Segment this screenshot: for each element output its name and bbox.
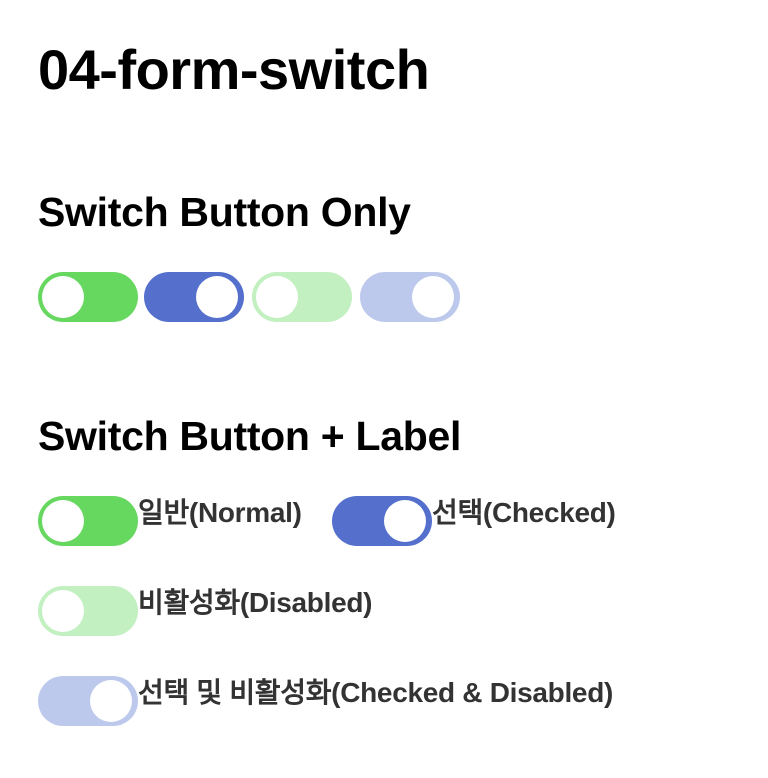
switch-checked[interactable] <box>332 496 432 546</box>
switch-normal-off[interactable] <box>38 272 138 322</box>
page-title: 04-form-switch <box>38 38 430 101</box>
switch-label-disabled: 비활성화(Disabled) <box>138 587 373 618</box>
switch-disabled-on <box>360 272 460 322</box>
switch-label-checked[interactable]: 선택(Checked) <box>432 496 616 530</box>
switch-knob <box>384 500 426 542</box>
switch-label-normal[interactable]: 일반(Normal) <box>138 496 302 530</box>
switch-checked-on[interactable] <box>144 272 244 322</box>
switch-checked-disabled <box>38 676 138 726</box>
section-title-switch-label: Switch Button + Label <box>38 413 462 459</box>
switch-knob <box>42 500 84 542</box>
switch-label-checked-disabled: 선택 및 비활성화(Checked & Disabled) <box>138 677 614 708</box>
switch-knob <box>42 276 84 318</box>
switch-knob <box>42 590 84 632</box>
switch-knob <box>256 276 298 318</box>
switch-normal[interactable] <box>38 496 138 546</box>
switch-disabled-off <box>252 272 352 322</box>
switch-knob <box>412 276 454 318</box>
section-title-switch-only: Switch Button Only <box>38 189 411 235</box>
switch-disabled <box>38 586 138 636</box>
switch-knob <box>90 680 132 722</box>
switch-knob <box>196 276 238 318</box>
